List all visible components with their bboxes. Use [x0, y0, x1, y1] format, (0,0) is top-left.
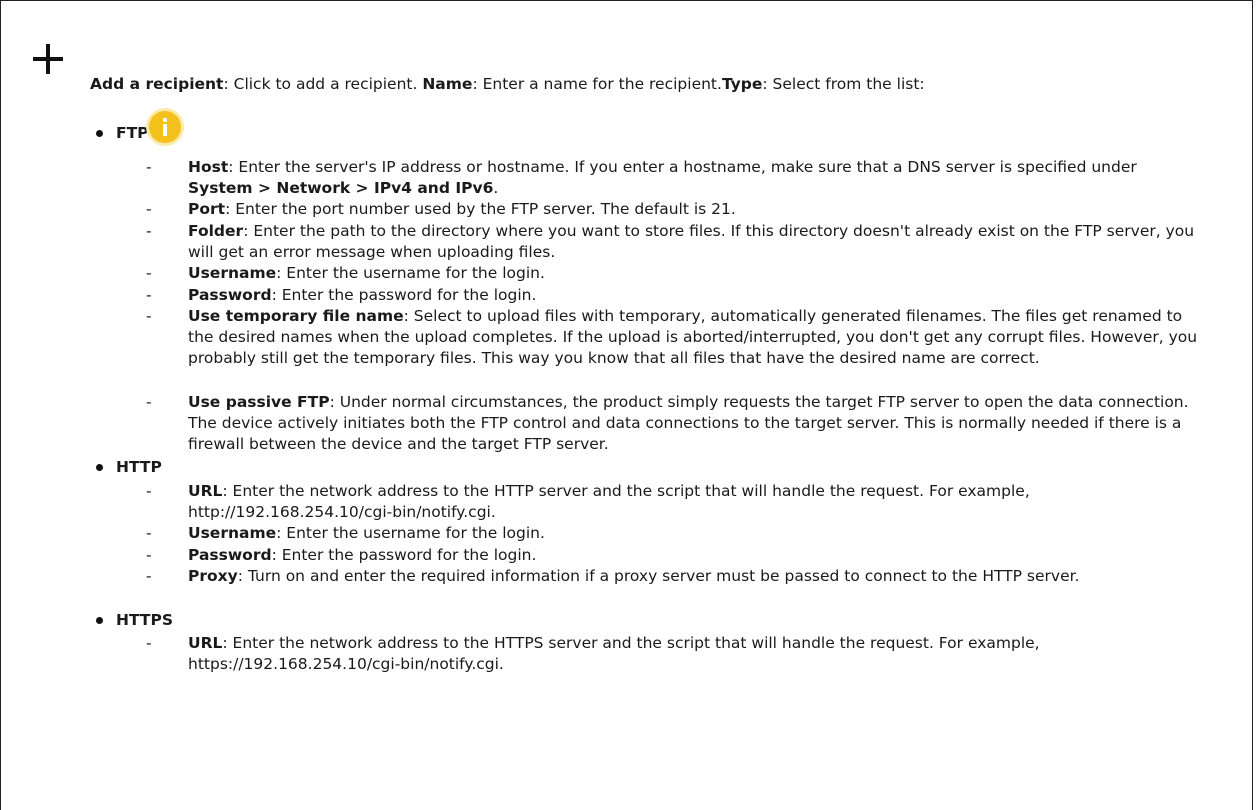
http-url-item: - URL: Enter the network address to the H…	[146, 482, 1030, 521]
ftp-temp-filename-item: - Use temporary file name: Select to uplo…	[146, 307, 1198, 367]
ftp-passive-item: - Use passive FTP: Under normal circumsta…	[146, 393, 1189, 453]
ftp-folder-item: - Folder: Enter the path to the directory…	[146, 222, 1195, 261]
info-icon	[149, 111, 181, 143]
https-url-item: - URL: Enter the network address to the H…	[146, 634, 1040, 673]
bullet-dot	[96, 617, 103, 624]
https-bullet: HTTPS	[96, 611, 173, 629]
ftp-bullet: FTP	[96, 124, 149, 142]
http-password-item: - Password: Enter the password for the lo…	[146, 546, 537, 564]
ftp-password-item: - Password: Enter the password for the lo…	[146, 286, 537, 304]
ftp-port-item: - Port: Enter the port number used by the…	[146, 200, 736, 218]
type-label: Type	[721, 75, 763, 93]
http-bullet: HTTP	[96, 458, 162, 476]
bullet-dot	[96, 130, 103, 137]
bullet-dot	[96, 464, 103, 471]
intro-line: Add a recipient: Click to add a recipien…	[90, 75, 925, 93]
name-label: Name	[422, 75, 473, 93]
add-recipient-plus-icon[interactable]	[33, 44, 63, 74]
ftp-username-item: - Username: Enter the username for the lo…	[146, 264, 545, 282]
add-recipient-label: Add a recipient	[90, 75, 224, 93]
http-proxy-item: - Proxy: Turn on and enter the required i…	[146, 567, 1080, 585]
http-username-item: - Username: Enter the username for the lo…	[146, 524, 545, 542]
ftp-host-item: - Host: Enter the server's IP address or …	[146, 158, 1137, 197]
